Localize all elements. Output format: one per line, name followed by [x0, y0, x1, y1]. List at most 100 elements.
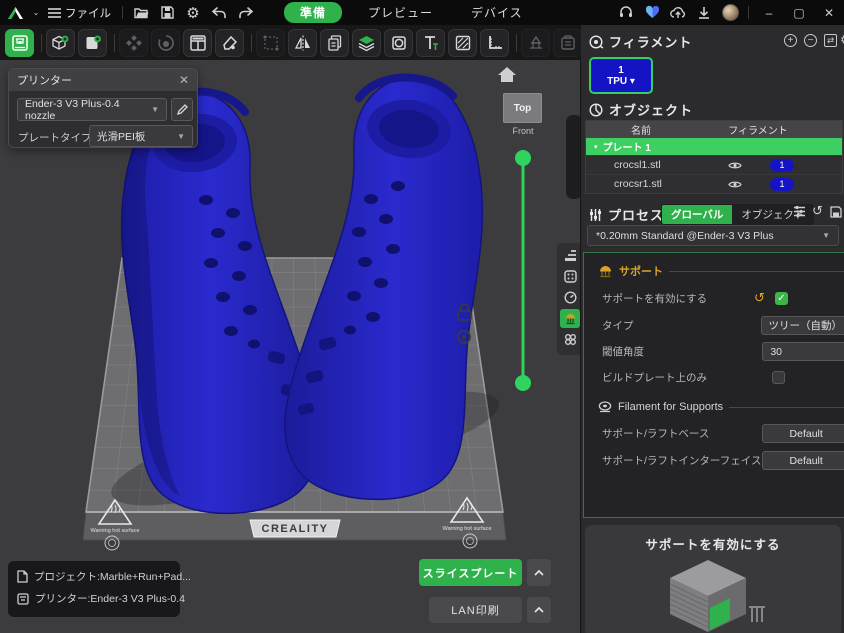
printer-panel: プリンター ✕ Ender-3 V3 Plus-0.4 nozzle ▼ プレー… [8, 68, 198, 148]
process-sliders-icon [589, 208, 602, 222]
clipping-slider[interactable] [515, 150, 531, 391]
svg-text:CREALITY: CREALITY [262, 523, 329, 535]
slice-options-button[interactable] [527, 559, 551, 586]
layers-button[interactable] [352, 29, 381, 57]
tab-preview[interactable]: プレビュー [356, 2, 445, 23]
process-list-icon[interactable] [793, 205, 806, 223]
file-menu[interactable]: ファイル [42, 5, 117, 21]
filament-spool-icon [589, 35, 603, 49]
tab-device[interactable]: デバイス [459, 2, 535, 23]
support-tool-icon[interactable] [560, 309, 580, 328]
enable-supports-checkbox[interactable]: ✓ [775, 292, 788, 305]
mirror-button[interactable] [288, 29, 317, 57]
seam-dots-tool-icon[interactable] [560, 267, 580, 286]
svg-text:Warning hot surface: Warning hot surface [442, 526, 491, 532]
open-folder-icon[interactable] [128, 2, 154, 23]
filament-slot-1[interactable]: 1 TPU ▾ [589, 57, 653, 94]
plate-row[interactable]: ▾ プレート 1 [586, 138, 842, 155]
object-target-icon [589, 103, 603, 117]
plate-brand-label: CREALITY [250, 520, 340, 537]
support-base-dropdown[interactable]: Default [762, 424, 844, 443]
reset-support-icon[interactable]: ↺ [754, 290, 765, 306]
printer-edit-button[interactable] [171, 98, 193, 121]
printer-panel-title: プリンター [17, 72, 72, 88]
printer-select-button[interactable] [5, 29, 34, 57]
filament-badge[interactable]: 1 [770, 159, 794, 172]
creality-print-window: CREALITY Warning hot surface Warning hot… [0, 0, 844, 633]
object-row-crocsr1[interactable]: crocsr1.stl 1 [586, 174, 842, 193]
layer-height-tool-icon[interactable] [560, 246, 580, 265]
chevron-down-icon: ▼ [151, 105, 159, 114]
add-plate-button[interactable] [78, 29, 107, 57]
seam-painting-button[interactable] [215, 29, 244, 57]
buildplate-only-checkbox[interactable] [772, 371, 785, 384]
split-layout-button[interactable] [183, 29, 212, 57]
redo-icon[interactable] [232, 2, 258, 23]
close-icon[interactable]: ✕ [814, 0, 844, 25]
support-paint-button[interactable] [521, 29, 550, 57]
settings-gear-icon[interactable]: ⚙ [180, 2, 206, 23]
lan-print-button[interactable]: LAN印刷 [429, 597, 522, 623]
app-logo[interactable] [0, 2, 30, 23]
boolean-button[interactable] [384, 29, 413, 57]
chevron-down-icon: ▼ [822, 231, 830, 240]
maximize-icon[interactable]: ▢ [784, 0, 814, 25]
buildplate-only-label: ビルドプレート上のみ [602, 370, 772, 385]
membership-heart-icon[interactable] [639, 2, 665, 23]
undo-icon[interactable] [206, 2, 232, 23]
process-save-icon[interactable] [830, 205, 842, 223]
speed-gauge-tool-icon[interactable] [560, 288, 580, 307]
right-panel: フィラメント + − ⇄ ⚙ 1 TPU ▾ オブジェクト 名前 フィラメント … [580, 25, 844, 633]
save-icon[interactable] [154, 2, 180, 23]
minimize-icon[interactable]: – [754, 0, 784, 25]
printer-model-dropdown[interactable]: Ender-3 V3 Plus-0.4 nozzle ▼ [17, 98, 167, 121]
support-interface-label: サポート/ラフトインターフェイス [602, 453, 762, 468]
more-tools-icon[interactable] [560, 330, 580, 349]
lan-print-options-button[interactable] [527, 597, 551, 623]
tab-prepare[interactable]: 準備 [284, 2, 342, 23]
clone-button[interactable] [320, 29, 349, 57]
support-interface-dropdown[interactable]: Default [762, 451, 844, 470]
support-cube-illustration [648, 556, 778, 633]
support-type-dropdown[interactable]: ツリー（自動） [761, 316, 844, 335]
slider-handle-bottom [515, 375, 531, 391]
chevron-up-icon [534, 607, 544, 613]
preset-dropdown[interactable]: *0.20mm Standard @Ender-3 V3 Plus ▼ [587, 225, 839, 246]
printer-panel-close-icon[interactable]: ✕ [179, 73, 189, 87]
text-tool-button[interactable] [416, 29, 445, 57]
filament-badge[interactable]: 1 [770, 178, 794, 191]
tab-global[interactable]: グローバル [662, 205, 732, 224]
remove-filament-icon[interactable]: − [804, 34, 817, 47]
sync-filament-icon[interactable]: ⇄ [824, 34, 837, 47]
threshold-angle-input[interactable]: 30 [762, 342, 844, 361]
cloud-upload-icon[interactable] [665, 2, 691, 23]
support-headset-icon[interactable] [613, 2, 639, 23]
process-section-header: プロセス [589, 205, 664, 224]
viewcube-front-label[interactable]: Front [500, 126, 546, 136]
viewcube-top-face[interactable]: Top [503, 93, 542, 123]
enable-supports-label: サポートを有効にする [602, 291, 754, 306]
add-filament-icon[interactable]: + [784, 34, 797, 47]
auto-orient-button[interactable] [151, 29, 180, 57]
process-reset-icon[interactable]: ↺ [812, 203, 823, 219]
slice-plate-button[interactable]: スライスプレート [419, 559, 522, 586]
filament-settings-gear-icon[interactable]: ⚙ [840, 32, 844, 48]
column-filament: フィラメント [728, 122, 788, 137]
hatch-fill-button[interactable] [448, 29, 477, 57]
add-model-button[interactable] [46, 29, 75, 57]
eye-icon[interactable] [728, 161, 742, 170]
flow-calibration-button[interactable] [553, 29, 582, 57]
object-row-crocsl1[interactable]: crocsl1.stl 1 [586, 155, 842, 174]
eye-icon[interactable] [728, 180, 742, 189]
logo-chevron-icon[interactable]: ⌄ [30, 2, 42, 23]
mode-tabs: 準備 プレビュー デバイス [284, 0, 535, 25]
measure-button[interactable] [480, 29, 509, 57]
plate-type-label: プレートタイプ: [18, 130, 94, 145]
arrange-button[interactable] [119, 29, 148, 57]
home-icon[interactable] [498, 67, 516, 82]
transform-button[interactable] [256, 29, 285, 57]
user-avatar[interactable] [717, 2, 743, 23]
download-icon[interactable] [691, 2, 717, 23]
plate-type-dropdown[interactable]: 光滑PEI板 ▼ [89, 125, 193, 147]
chevron-down-icon: ▼ [177, 132, 185, 141]
